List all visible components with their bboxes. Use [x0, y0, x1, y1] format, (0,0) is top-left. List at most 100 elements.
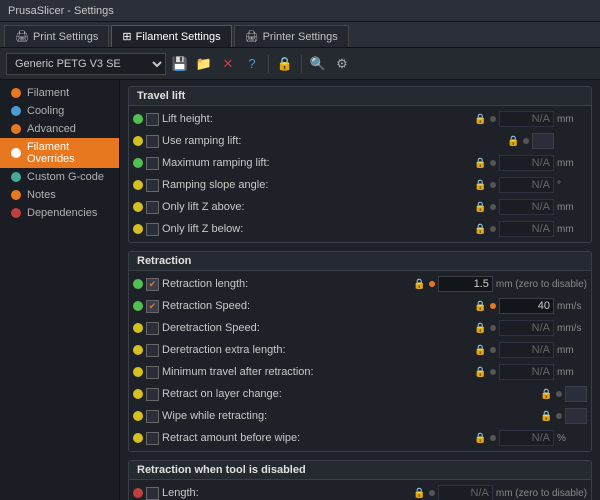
only-lift-above-checkbox[interactable]: [146, 201, 159, 214]
folder-icon[interactable]: 📁: [194, 54, 214, 74]
tab-print[interactable]: 🖨 Print Settings: [4, 25, 109, 47]
max-ramping-checkbox[interactable]: [146, 157, 159, 170]
sidebar-item-cooling[interactable]: Cooling: [0, 102, 119, 120]
tab-printer[interactable]: 🖨 Printer Settings: [234, 25, 349, 47]
retract-before-wipe-row: Retract amount before wipe: 🔒 %: [129, 427, 591, 449]
deret-speed-input[interactable]: [499, 320, 554, 336]
slope-angle-lock[interactable]: 🔒: [474, 179, 487, 192]
search-icon[interactable]: 🔍: [308, 54, 328, 74]
deret-extra-dot-sm: [490, 347, 496, 353]
printer-icon: 🖨: [245, 30, 259, 43]
use-ramping-checkbox[interactable]: [146, 135, 159, 148]
ret-layer-toggle[interactable]: [565, 386, 587, 402]
ret-length-input[interactable]: [438, 276, 493, 292]
retraction-disabled-body: Length: 🔒 mm (zero to disable) Extra len…: [129, 480, 591, 500]
dis-length-dot: [133, 488, 143, 498]
only-lift-below-dot-sm: [490, 226, 496, 232]
lift-height-dot-sm: [490, 116, 496, 122]
only-lift-above-input[interactable]: [499, 199, 554, 215]
dis-length-lock[interactable]: 🔒: [413, 487, 426, 500]
tab-filament[interactable]: ⊞ Filament Settings: [111, 25, 231, 47]
only-lift-below-checkbox[interactable]: [146, 223, 159, 236]
ret-speed-lock[interactable]: 🔒: [474, 300, 487, 313]
ret-wipe-input[interactable]: [499, 430, 554, 446]
use-ramping-toggle[interactable]: [532, 133, 554, 149]
wipe-dot: [133, 411, 143, 421]
lock-icon[interactable]: 🔒: [275, 54, 295, 74]
ret-layer-label: Retract on layer change:: [162, 388, 540, 400]
save-icon[interactable]: 💾: [170, 54, 190, 74]
deret-speed-checkbox[interactable]: [146, 322, 159, 335]
ret-length-unit: mm (zero to disable): [496, 279, 587, 290]
tab-bar: 🖨 Print Settings ⊞ Filament Settings 🖨 P…: [0, 22, 600, 48]
dis-length-input[interactable]: [438, 485, 493, 500]
only-lift-above-lock[interactable]: 🔒: [474, 201, 487, 214]
retract-layer-row: Retract on layer change: 🔒: [129, 383, 591, 405]
ret-layer-checkbox[interactable]: [146, 388, 159, 401]
lift-height-input[interactable]: [499, 111, 554, 127]
deret-extra-input[interactable]: [499, 342, 554, 358]
min-travel-row: Minimum travel after retraction: 🔒 mm: [129, 361, 591, 383]
only-lift-above-row: Only lift Z above: 🔒 mm: [129, 196, 591, 218]
wipe-dot-sm: [556, 413, 562, 419]
delete-icon[interactable]: ✕: [218, 54, 238, 74]
max-ramping-dot: [133, 158, 143, 168]
lift-height-lock[interactable]: 🔒: [474, 113, 487, 126]
deret-speed-lock[interactable]: 🔒: [474, 322, 487, 335]
sidebar-item-filament[interactable]: Filament: [0, 84, 119, 102]
settings-icon[interactable]: ⚙: [332, 54, 352, 74]
ret-wipe-lock[interactable]: 🔒: [474, 432, 487, 445]
slope-angle-row: Ramping slope angle: 🔒 °: [129, 174, 591, 196]
lift-height-dot: [133, 114, 143, 124]
lift-height-unit: mm: [557, 114, 587, 125]
min-travel-checkbox[interactable]: [146, 366, 159, 379]
dis-length-checkbox[interactable]: [146, 487, 159, 500]
sidebar-item-dependencies[interactable]: Dependencies: [0, 204, 119, 222]
ret-wipe-checkbox[interactable]: [146, 432, 159, 445]
ret-length-lock[interactable]: 🔒: [413, 278, 426, 291]
wipe-row: Wipe while retracting: 🔒: [129, 405, 591, 427]
use-ramping-label: Use ramping lift:: [162, 135, 507, 147]
ret-wipe-unit: %: [557, 433, 587, 444]
help-icon[interactable]: ?: [242, 54, 262, 74]
content-area: Travel lift Lift height: 🔒 mm Use rampin…: [120, 80, 600, 500]
ret-speed-checkbox[interactable]: ✔: [146, 300, 159, 313]
lift-height-checkbox[interactable]: [146, 113, 159, 126]
sidebar-item-filament-overrides[interactable]: Filament Overrides: [0, 138, 119, 168]
travel-lift-body: Lift height: 🔒 mm Use ramping lift: 🔒: [129, 106, 591, 242]
ret-layer-lock[interactable]: 🔒: [540, 388, 553, 401]
use-ramping-lock[interactable]: 🔒: [507, 135, 520, 148]
disabled-length-row: Length: 🔒 mm (zero to disable): [129, 482, 591, 500]
deret-extra-checkbox[interactable]: [146, 344, 159, 357]
retraction-section: Retraction ✔ Retraction length: 🔒 mm (ze…: [128, 251, 592, 452]
ret-length-label: Retraction length:: [162, 278, 413, 290]
min-travel-lock[interactable]: 🔒: [474, 366, 487, 379]
slope-angle-checkbox[interactable]: [146, 179, 159, 192]
sidebar-item-custom-gcode[interactable]: Custom G-code: [0, 168, 119, 186]
print-icon: 🖨: [15, 30, 29, 43]
max-ramping-input[interactable]: [499, 155, 554, 171]
ret-length-checkbox[interactable]: ✔: [146, 278, 159, 291]
max-ramping-lock[interactable]: 🔒: [474, 157, 487, 170]
ret-wipe-dot: [133, 433, 143, 443]
deret-extra-label: Deretraction extra length:: [162, 344, 474, 356]
slope-angle-input[interactable]: [499, 177, 554, 193]
sidebar-item-notes[interactable]: Notes: [0, 186, 119, 204]
sidebar-item-advanced[interactable]: Advanced: [0, 120, 119, 138]
preset-select[interactable]: Generic PETG V3 SE: [6, 53, 166, 75]
min-travel-dot-sm: [490, 369, 496, 375]
only-lift-below-input[interactable]: [499, 221, 554, 237]
slope-angle-unit: °: [557, 180, 587, 191]
only-lift-below-lock[interactable]: 🔒: [474, 223, 487, 236]
wipe-lock[interactable]: 🔒: [540, 410, 553, 423]
max-ramping-label: Maximum ramping lift:: [162, 157, 474, 169]
use-ramping-dot-sm: [523, 138, 529, 144]
deret-extra-lock[interactable]: 🔒: [474, 344, 487, 357]
ret-speed-input[interactable]: [499, 298, 554, 314]
retraction-length-row: ✔ Retraction length: 🔒 mm (zero to disab…: [129, 273, 591, 295]
ret-length-dot-sm: [429, 281, 435, 287]
min-travel-input[interactable]: [499, 364, 554, 380]
wipe-checkbox[interactable]: [146, 410, 159, 423]
wipe-toggle[interactable]: [565, 408, 587, 424]
ret-speed-dot-sm: [490, 303, 496, 309]
